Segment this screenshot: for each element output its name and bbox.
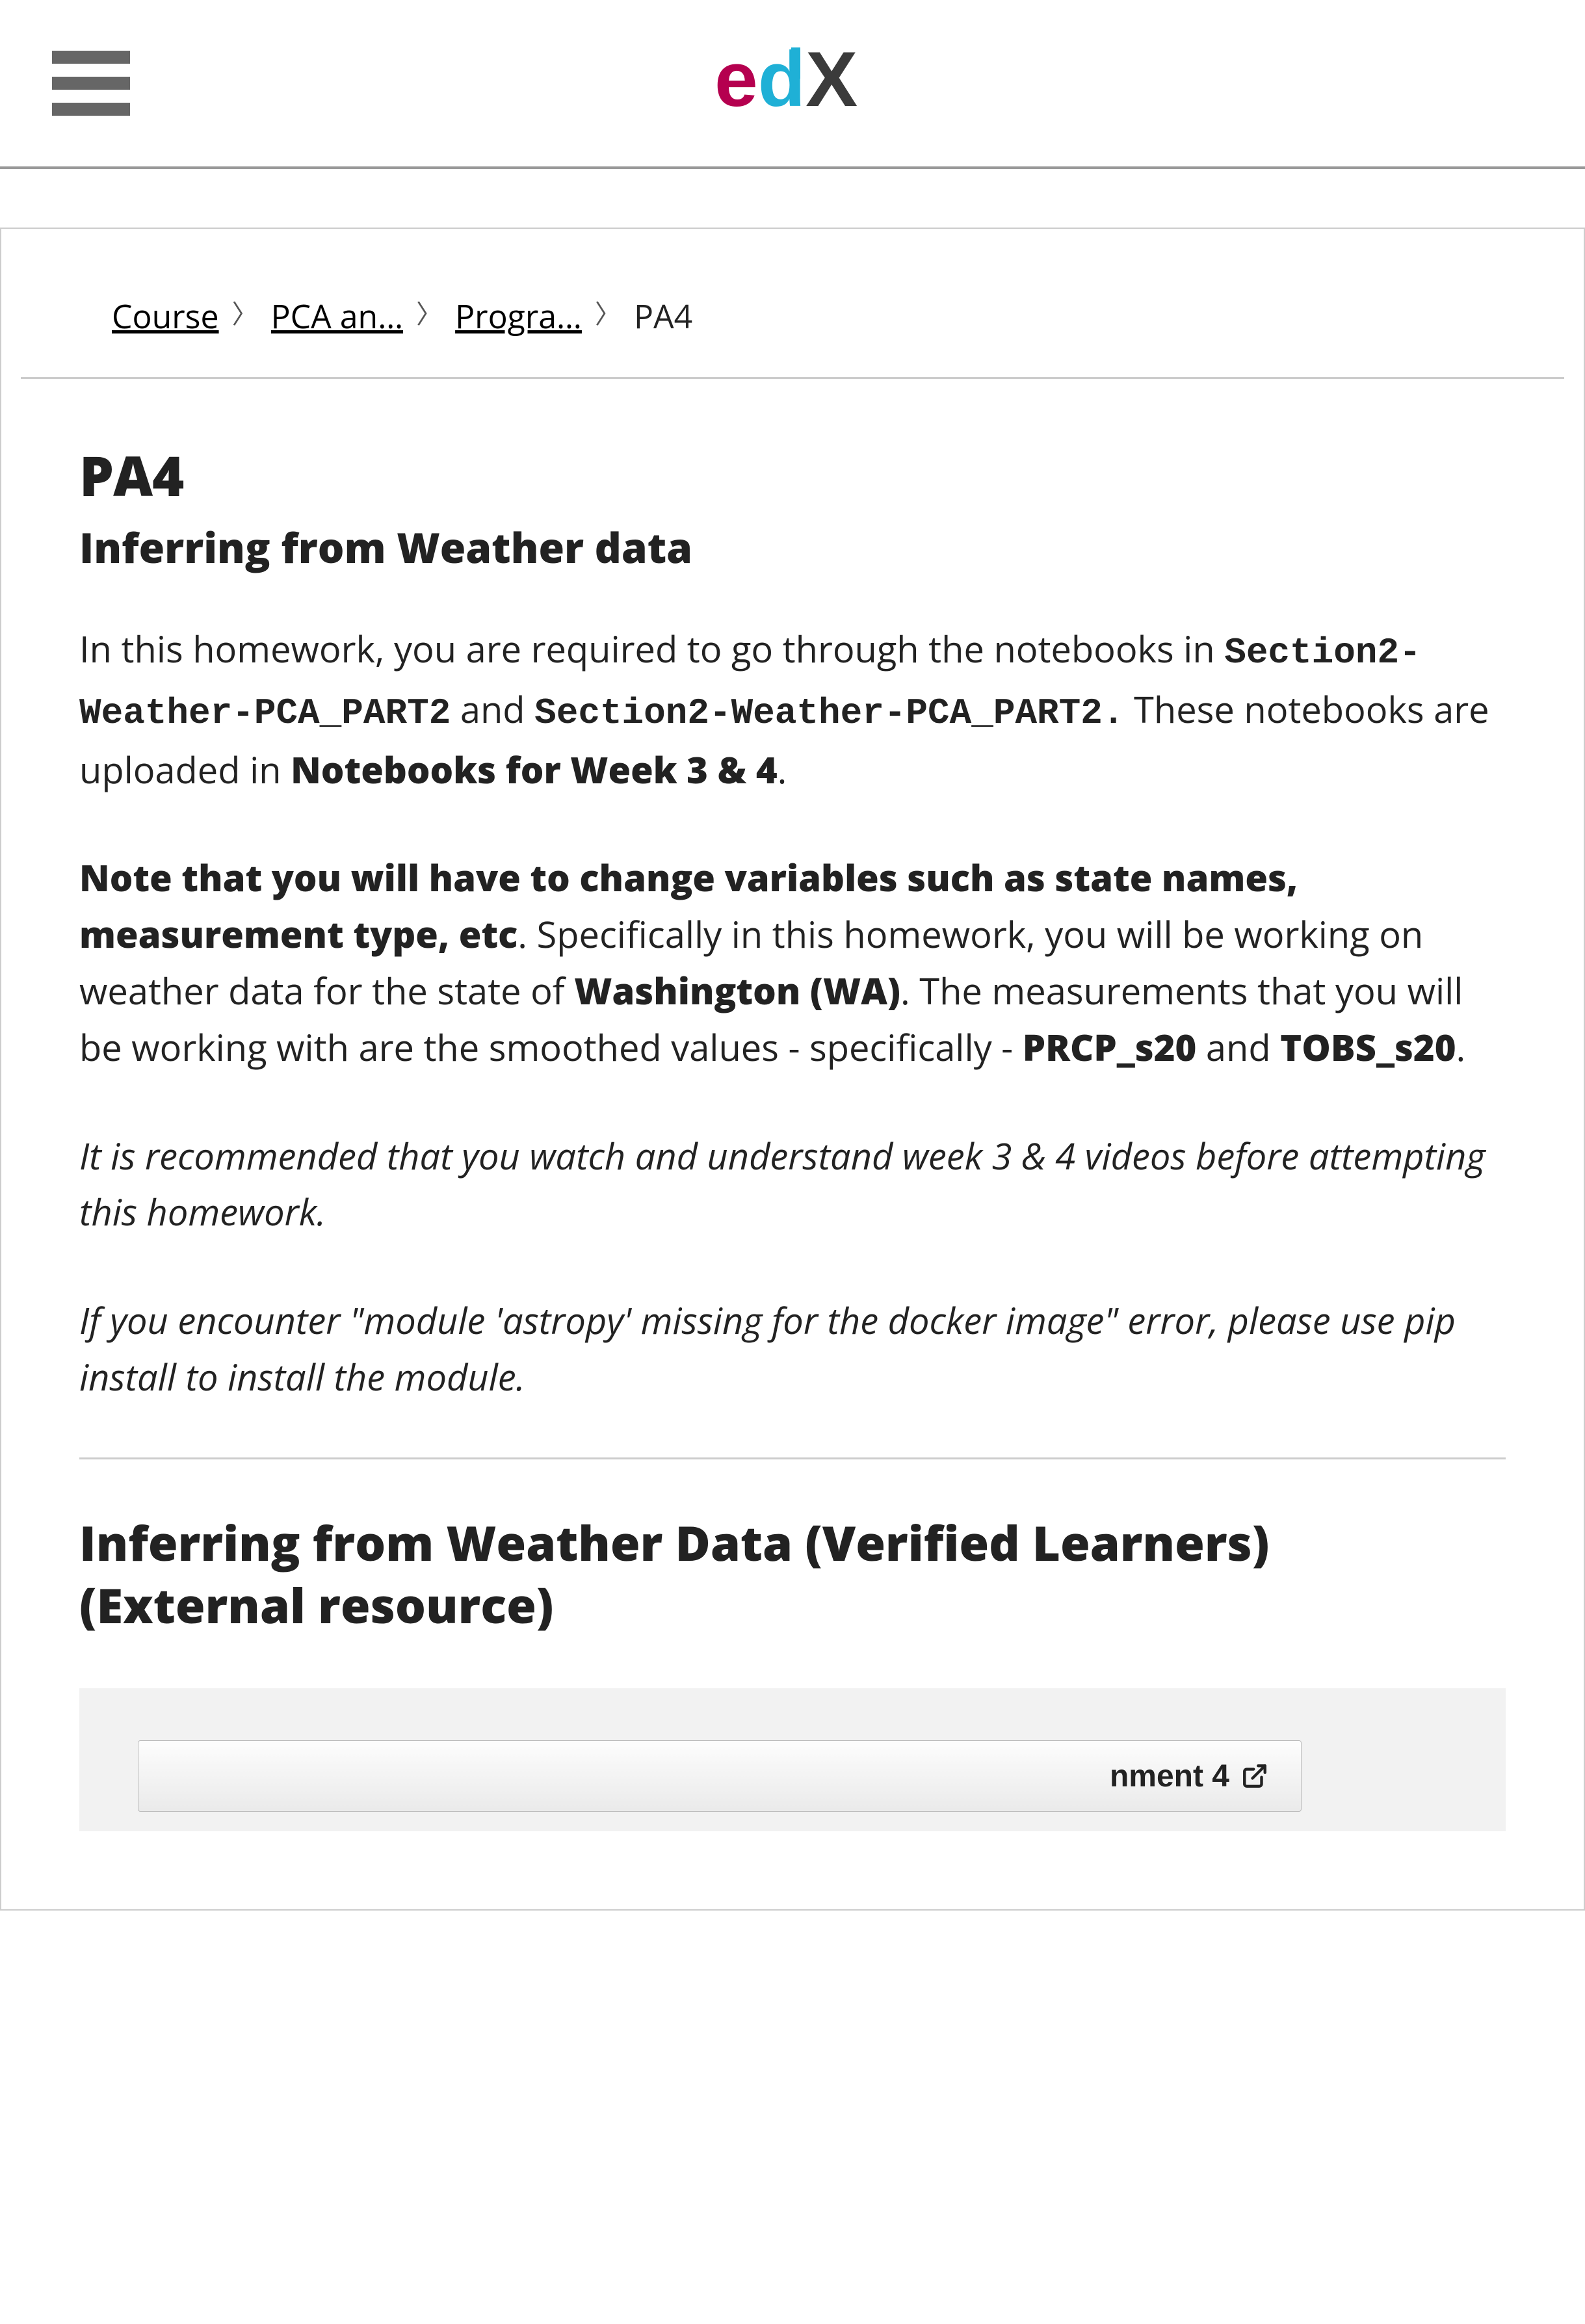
- paragraph-recommendation: It is recommended that you watch and und…: [79, 1128, 1506, 1241]
- external-launch-label: nment 4: [1110, 1758, 1229, 1794]
- divider: [79, 1457, 1506, 1459]
- paragraph-error-tip: If you encounter "module 'astropy' missi…: [79, 1292, 1506, 1405]
- external-resource-title: Inferring from Weather Data (Verified Le…: [79, 1511, 1506, 1636]
- svg-text:edX: edX: [714, 41, 858, 123]
- paragraph-note: Note that you will have to change variab…: [79, 850, 1506, 1075]
- page-subtitle: Inferring from Weather data: [79, 519, 1506, 575]
- paragraph-intro: In this homework, you are required to go…: [79, 621, 1506, 798]
- chevron-right-icon: 〉: [232, 293, 258, 331]
- top-bar: edX: [0, 0, 1585, 169]
- state-name: Washington (WA): [574, 966, 900, 1015]
- measurement-tobs: TOBS_s20: [1280, 1023, 1456, 1072]
- main-content: PA4 Inferring from Weather data In this …: [1, 379, 1584, 1909]
- external-launch-button[interactable]: nment 4: [138, 1740, 1302, 1812]
- external-resource-box: nment 4: [79, 1688, 1506, 1831]
- breadcrumb-link-section[interactable]: PCA an…: [271, 294, 404, 338]
- measurement-prcp: PRCP_s20: [1023, 1023, 1197, 1072]
- breadcrumb-link-subsection[interactable]: Progra…: [455, 294, 582, 338]
- breadcrumb: Course 〉 PCA an… 〉 Progra… 〉 PA4: [112, 294, 1473, 338]
- breadcrumb-bar: Course 〉 PCA an… 〉 Progra… 〉 PA4: [21, 229, 1564, 379]
- hamburger-menu-icon[interactable]: [52, 51, 130, 116]
- breadcrumb-link-course[interactable]: Course: [112, 294, 219, 338]
- chevron-right-icon: 〉: [416, 293, 442, 331]
- edx-logo[interactable]: edX: [714, 41, 871, 125]
- notebooks-location: Notebooks for Week 3 & 4: [291, 745, 778, 794]
- content-frame: Course 〉 PCA an… 〉 Progra… 〉 PA4 PA4 Inf…: [0, 228, 1585, 1911]
- chevron-right-icon: 〉: [595, 293, 621, 331]
- breadcrumb-current: PA4: [634, 294, 692, 338]
- external-link-icon: [1241, 1762, 1268, 1790]
- page-title: PA4: [79, 437, 1506, 512]
- code-section-b: Section2-Weather-PCA_PART2.: [534, 692, 1124, 734]
